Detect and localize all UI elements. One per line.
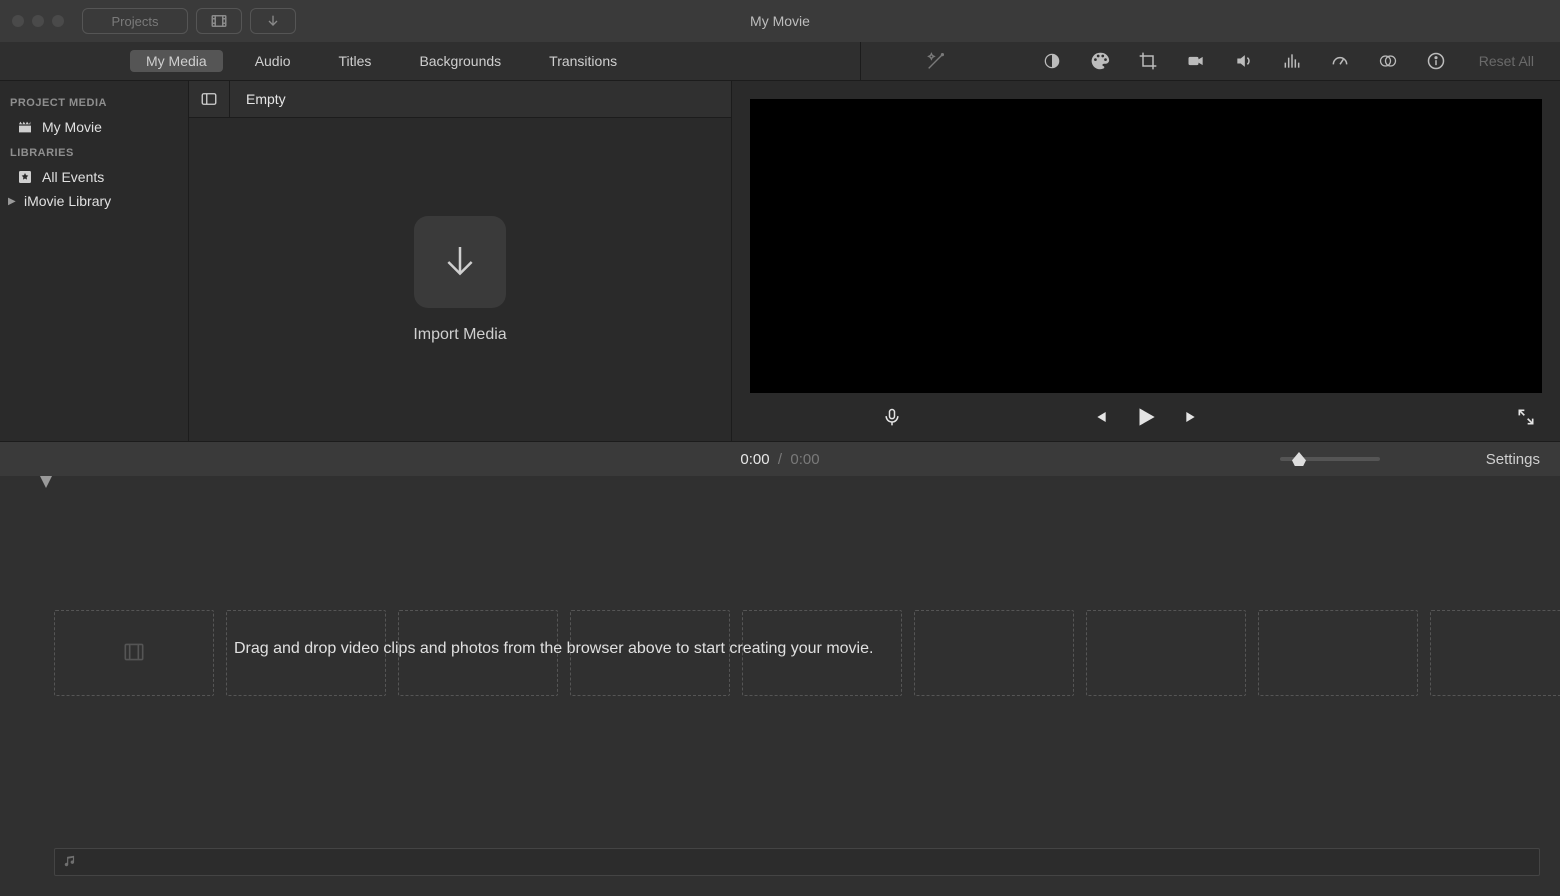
clip-slot[interactable]: [1086, 610, 1246, 696]
playback-controls: [732, 393, 1560, 441]
info-icon: [1426, 51, 1446, 71]
projects-label: Projects: [112, 14, 159, 29]
browser-tabs: My Media Audio Titles Backgrounds Transi…: [0, 42, 861, 80]
prev-button[interactable]: [1089, 407, 1109, 427]
color-balance-button[interactable]: [1037, 46, 1067, 76]
next-button[interactable]: [1183, 407, 1203, 427]
speed-button[interactable]: [1325, 46, 1355, 76]
filmstrip-icon: [210, 12, 228, 30]
browser-title: Empty: [230, 91, 286, 107]
secondary-toolbar: My Media Audio Titles Backgrounds Transi…: [0, 42, 1560, 81]
titlebar: Projects My Movie: [0, 0, 1560, 42]
speedometer-icon: [1330, 51, 1350, 71]
video-camera-icon: [1186, 51, 1206, 71]
tab-audio[interactable]: Audio: [239, 50, 307, 72]
sidebar: PROJECT MEDIA My Movie LIBRARIES All Eve…: [0, 81, 189, 441]
skip-back-icon: [1089, 407, 1109, 427]
disclosure-triangle-icon[interactable]: ▶: [8, 196, 16, 207]
app-window: Projects My Movie My Media Audio Titles …: [0, 0, 1560, 896]
info-button[interactable]: [1421, 46, 1451, 76]
import-media-label: Import Media: [413, 326, 506, 344]
inspector-tools: Reset All: [861, 42, 1560, 80]
minimize-window[interactable]: [32, 15, 44, 27]
tab-label: Audio: [255, 53, 291, 69]
clapperboard-icon: [16, 119, 34, 135]
timeline-hint: Drag and drop video clips and photos fro…: [234, 640, 873, 658]
clip-slot[interactable]: [1430, 610, 1560, 696]
expand-icon: [1516, 407, 1536, 427]
middle-pane: PROJECT MEDIA My Movie LIBRARIES All Eve…: [0, 81, 1560, 441]
play-button[interactable]: [1133, 404, 1159, 430]
film-icon: [121, 639, 147, 668]
tab-my-media[interactable]: My Media: [130, 50, 223, 72]
timecode-duration: 0:00: [790, 451, 819, 468]
sidebar-item-label: iMovie Library: [24, 193, 111, 209]
tab-label: My Media: [146, 53, 207, 69]
sidebar-icon: [200, 90, 218, 108]
play-icon: [1133, 404, 1159, 430]
sidebar-header-project-media: PROJECT MEDIA: [0, 89, 188, 115]
settings-label: Settings: [1486, 451, 1540, 468]
timeline-zoom-slider[interactable]: [1280, 457, 1380, 461]
tab-label: Titles: [339, 53, 372, 69]
equalizer-icon: [1282, 51, 1302, 71]
palette-icon: [1089, 50, 1111, 72]
reset-all-button[interactable]: Reset All: [1479, 53, 1534, 69]
stabilization-button[interactable]: [1181, 46, 1211, 76]
zoom-window[interactable]: [52, 15, 64, 27]
crop-icon: [1138, 51, 1158, 71]
voiceover-button[interactable]: [882, 407, 902, 427]
media-browser: Empty Import Media: [189, 81, 732, 441]
preview-canvas[interactable]: [750, 99, 1542, 393]
enhance-button[interactable]: [921, 46, 951, 76]
sidebar-item-label: My Movie: [42, 119, 102, 135]
timeline[interactable]: Drag and drop video clips and photos fro…: [0, 476, 1560, 896]
sidebar-item-project[interactable]: My Movie: [0, 115, 188, 139]
timeline-settings-button[interactable]: Settings: [1486, 451, 1540, 468]
media-browser-button[interactable]: [196, 8, 242, 34]
clip-slot[interactable]: [1258, 610, 1418, 696]
tab-backgrounds[interactable]: Backgrounds: [403, 50, 517, 72]
tab-label: Backgrounds: [419, 53, 501, 69]
download-arrow-icon: [440, 242, 480, 282]
reset-all-label: Reset All: [1479, 53, 1534, 69]
magic-wand-icon: [925, 50, 947, 72]
clip-slot[interactable]: [54, 610, 214, 696]
microphone-icon: [882, 407, 902, 427]
timecode-current: 0:00: [740, 451, 769, 468]
playhead[interactable]: [46, 476, 47, 896]
volume-button[interactable]: [1229, 46, 1259, 76]
sidebar-item-label: All Events: [42, 169, 104, 185]
sidebar-item-all-events[interactable]: All Events: [0, 165, 188, 189]
sidebar-toggle[interactable]: [189, 81, 230, 117]
browser-body[interactable]: Import Media: [189, 118, 731, 441]
audio-track[interactable]: [54, 848, 1540, 876]
sidebar-item-library[interactable]: ▶ iMovie Library: [0, 189, 188, 213]
projects-button[interactable]: Projects: [82, 8, 188, 34]
download-arrow-icon: [265, 13, 281, 29]
star-box-icon: [16, 169, 34, 185]
window-controls: [12, 15, 64, 27]
clip-slot[interactable]: [914, 610, 1074, 696]
tab-transitions[interactable]: Transitions: [533, 50, 633, 72]
import-media-button[interactable]: [414, 216, 506, 308]
color-correction-button[interactable]: [1085, 46, 1115, 76]
music-note-icon: [63, 854, 77, 871]
import-button[interactable]: [250, 8, 296, 34]
noise-reduction-button[interactable]: [1277, 46, 1307, 76]
sidebar-header-libraries: LIBRARIES: [0, 139, 188, 165]
crop-button[interactable]: [1133, 46, 1163, 76]
tab-titles[interactable]: Titles: [323, 50, 388, 72]
browser-header: Empty: [189, 81, 731, 118]
half-circle-icon: [1042, 51, 1062, 71]
clip-filter-button[interactable]: [1373, 46, 1403, 76]
tab-label: Transitions: [549, 53, 617, 69]
speaker-icon: [1234, 51, 1254, 71]
timecode-bar: 0:00 / 0:00 Settings: [0, 441, 1560, 476]
viewer-pane: [732, 81, 1560, 441]
fullscreen-button[interactable]: [1516, 407, 1536, 427]
overlap-circles-icon: [1378, 51, 1398, 71]
close-window[interactable]: [12, 15, 24, 27]
skip-forward-icon: [1183, 407, 1203, 427]
